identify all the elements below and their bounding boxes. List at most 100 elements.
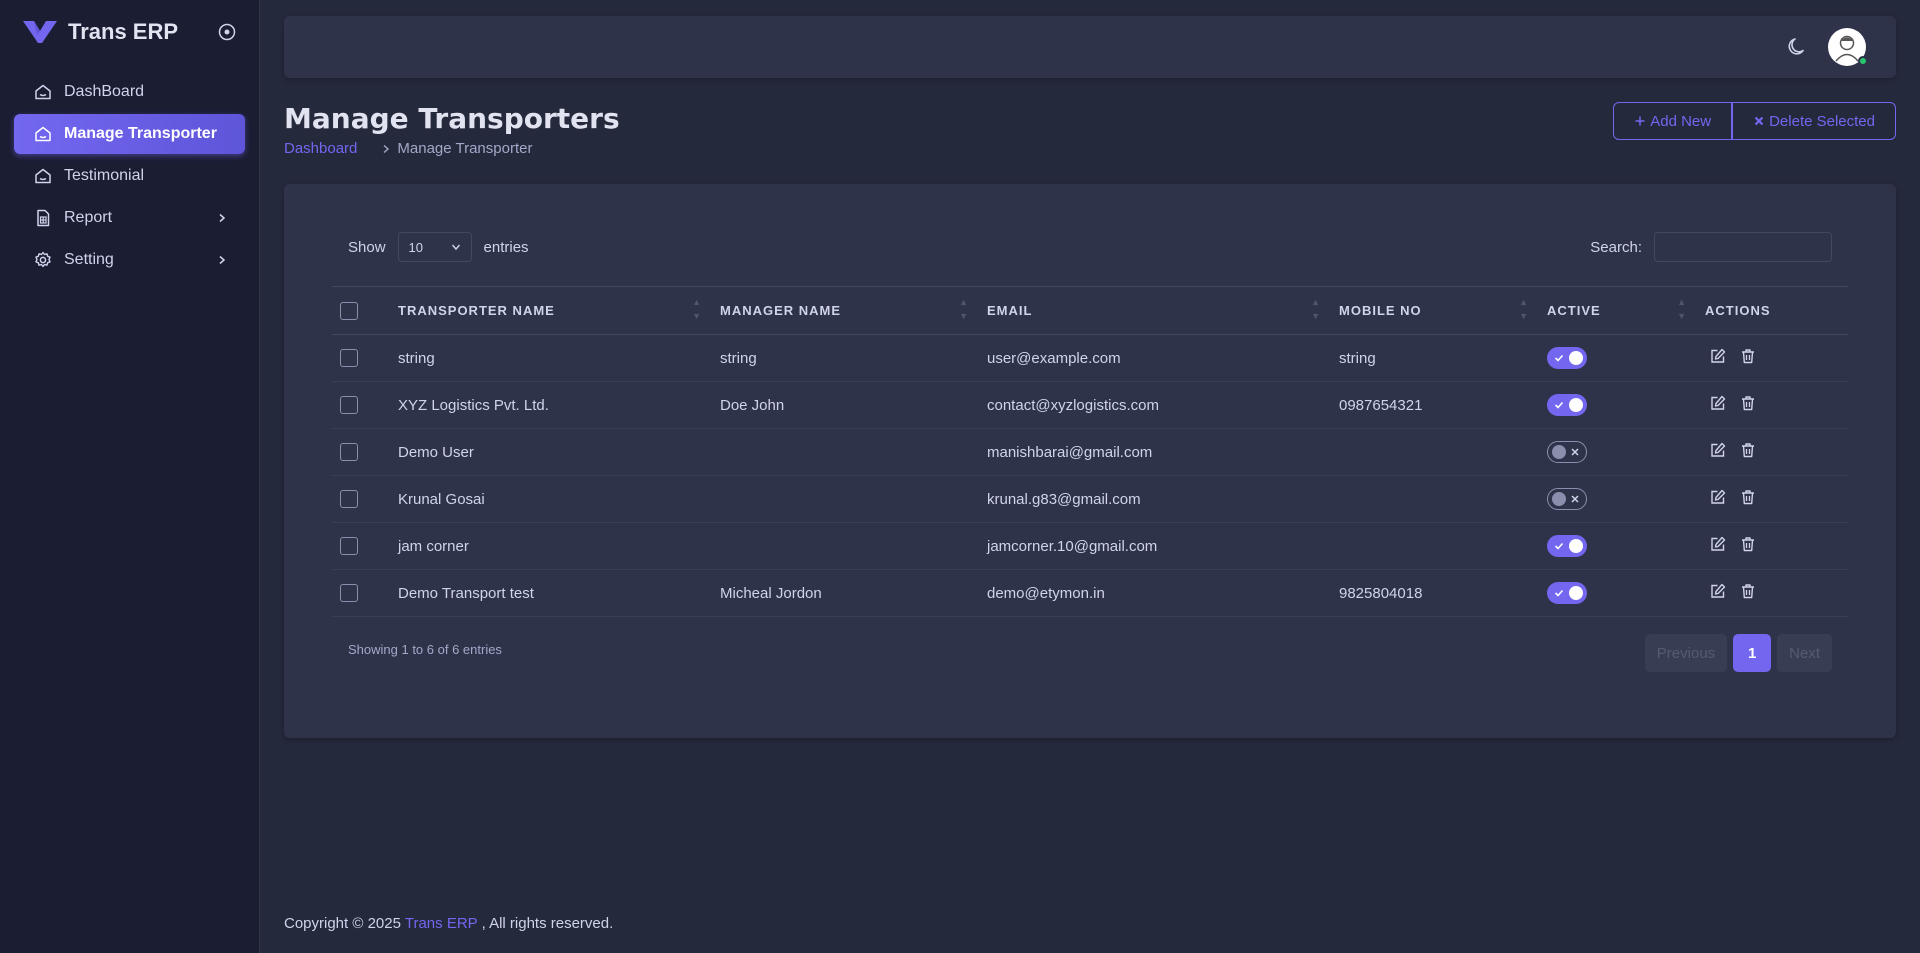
sidebar-item-label: DashBoard <box>64 83 145 100</box>
sidebar-item-setting[interactable]: Setting <box>14 240 245 280</box>
pagination-page-1[interactable]: 1 <box>1733 634 1772 672</box>
pagination-next[interactable]: Next <box>1777 634 1832 672</box>
close-icon <box>1753 115 1765 127</box>
trash-icon[interactable] <box>1739 582 1757 604</box>
table-row: jam corner jamcorner.10@gmail.com <box>332 522 1848 570</box>
column-header-actions: ACTIONS <box>1697 286 1848 335</box>
column-header-manager-name[interactable]: MANAGER NAME ▲ ▼ <box>712 286 979 335</box>
edit-icon[interactable] <box>1709 535 1727 557</box>
cell-manager-name: Doe John <box>712 381 979 429</box>
user-avatar[interactable] <box>1828 28 1868 66</box>
cell-mobile: 0987654321 <box>1331 381 1539 429</box>
sidebar-toggle-icon[interactable] <box>217 22 237 42</box>
sidebar-item-label: Manage Transporter <box>64 125 217 142</box>
entries-select[interactable]: 10 <box>397 232 472 262</box>
cell-email: user@example.com <box>979 334 1331 382</box>
column-header-email[interactable]: EMAIL ▲ ▼ <box>979 286 1331 335</box>
sidebar-item-dashboard[interactable]: DashBoard <box>14 72 245 112</box>
row-checkbox[interactable] <box>340 443 358 462</box>
footer-brand-link[interactable]: Trans ERP <box>405 915 478 932</box>
row-actions <box>1709 347 1757 369</box>
row-actions <box>1709 394 1757 416</box>
dark-mode-moon-icon[interactable] <box>1784 34 1810 60</box>
cell-mobile <box>1331 475 1539 523</box>
active-toggle[interactable] <box>1547 347 1587 369</box>
cell-transporter-name: Demo Transport test <box>390 569 712 617</box>
breadcrumb-dashboard-link[interactable]: Dashboard <box>284 140 357 157</box>
footer: Copyright © 2025 Trans ERP , All rights … <box>284 915 613 932</box>
edit-icon[interactable] <box>1709 488 1727 510</box>
cell-manager-name: string <box>712 334 979 382</box>
home-icon <box>32 123 54 145</box>
row-checkbox[interactable] <box>340 349 358 368</box>
page-title: Manage Transporters <box>284 102 620 135</box>
pagination-previous[interactable]: Previous <box>1644 634 1728 672</box>
table-row: Demo Transport test Micheal Jordon demo@… <box>332 569 1848 617</box>
edit-icon[interactable] <box>1709 441 1727 463</box>
active-toggle[interactable] <box>1547 394 1587 416</box>
active-toggle[interactable] <box>1547 488 1587 510</box>
sidebar-item-label: Testimonial <box>64 167 145 184</box>
footer-rights: , All rights reserved. <box>481 915 614 932</box>
active-toggle[interactable] <box>1547 535 1587 557</box>
toggle-knob <box>1569 586 1583 600</box>
trash-icon[interactable] <box>1739 347 1757 369</box>
trash-icon[interactable] <box>1739 488 1757 510</box>
online-status-dot <box>1858 56 1868 66</box>
toggle-knob <box>1552 492 1566 506</box>
trash-icon[interactable] <box>1739 441 1757 463</box>
delete-selected-button[interactable]: Delete Selected <box>1732 102 1896 140</box>
toggle-knob <box>1569 398 1583 412</box>
table-search: Search: <box>1590 232 1832 262</box>
header-actions: Add New Delete Selected <box>1613 102 1896 140</box>
cell-mobile <box>1331 522 1539 570</box>
pagination: Previous 1 Next <box>1644 634 1832 672</box>
row-checkbox[interactable] <box>340 584 358 603</box>
column-header-mobile-no[interactable]: MOBILE NO ▲ ▼ <box>1331 286 1539 335</box>
cell-email: manishbarai@gmail.com <box>979 428 1331 476</box>
row-actions <box>1709 488 1757 510</box>
toggle-mark-icon <box>1554 353 1564 363</box>
select-all-checkbox[interactable] <box>340 301 358 320</box>
sort-arrows-icon: ▲ ▼ <box>1311 297 1321 321</box>
edit-icon[interactable] <box>1709 347 1727 369</box>
sort-arrows-icon: ▲ ▼ <box>692 297 702 321</box>
breadcrumb-current: Manage Transporter <box>397 140 533 157</box>
breadcrumb: Dashboard Manage Transporter <box>284 140 532 157</box>
delete-selected-label: Delete Selected <box>1769 112 1875 130</box>
edit-icon[interactable] <box>1709 394 1727 416</box>
chevron-right-icon <box>381 144 391 154</box>
cell-mobile <box>1331 428 1539 476</box>
active-toggle[interactable] <box>1547 441 1587 463</box>
cell-email: demo@etymon.in <box>979 569 1331 617</box>
sidebar-item-report[interactable]: Report <box>14 198 245 238</box>
edit-icon[interactable] <box>1709 582 1727 604</box>
toggle-mark-icon <box>1554 588 1564 598</box>
row-checkbox[interactable] <box>340 537 358 556</box>
sidebar-item-label: Report <box>64 209 113 226</box>
add-new-button[interactable]: Add New <box>1613 102 1733 140</box>
sidebar-item-manage-transporter[interactable]: Manage Transporter <box>14 114 245 154</box>
search-input[interactable] <box>1654 232 1832 262</box>
top-navbar <box>284 16 1896 78</box>
trash-icon[interactable] <box>1739 535 1757 557</box>
table-info: Showing 1 to 6 of 6 entries <box>348 642 502 657</box>
column-header-active[interactable]: ACTIVE ▲ ▼ <box>1539 286 1697 335</box>
active-toggle[interactable] <box>1547 582 1587 604</box>
toggle-knob <box>1569 539 1583 553</box>
table-row: XYZ Logistics Pvt. Ltd. Doe John contact… <box>332 381 1848 429</box>
cell-mobile: string <box>1331 334 1539 382</box>
cell-transporter-name: XYZ Logistics Pvt. Ltd. <box>390 381 712 429</box>
table-row: string string user@example.com string <box>332 334 1848 382</box>
trash-icon[interactable] <box>1739 394 1757 416</box>
cell-email: jamcorner.10@gmail.com <box>979 522 1331 570</box>
chevron-down-icon <box>451 240 461 255</box>
entries-label: entries <box>483 238 529 256</box>
sort-arrows-icon: ▲ ▼ <box>1519 297 1529 321</box>
row-checkbox[interactable] <box>340 490 358 509</box>
chevron-right-icon <box>217 213 227 223</box>
row-checkbox[interactable] <box>340 396 358 415</box>
transporters-table: TRANSPORTER NAME ▲ ▼ MANAGER NAME ▲ ▼ EMAIL ▲… <box>332 286 1848 617</box>
column-header-transporter-name[interactable]: TRANSPORTER NAME ▲ ▼ <box>390 286 712 335</box>
sidebar-item-testimonial[interactable]: Testimonial <box>14 156 245 196</box>
